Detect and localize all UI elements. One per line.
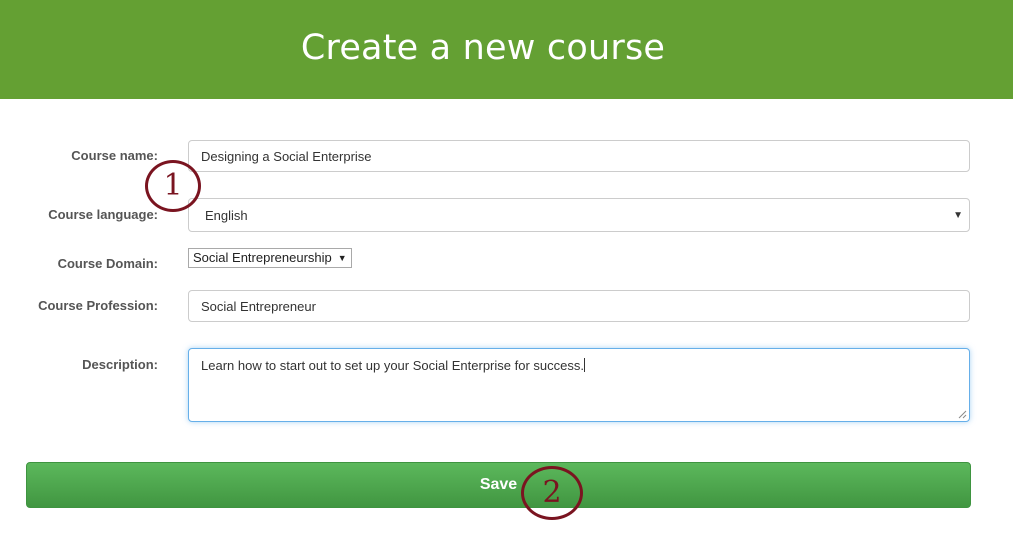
caret-down-icon: ▼ bbox=[953, 210, 963, 221]
text-cursor bbox=[583, 358, 585, 372]
description-label: Description: bbox=[82, 357, 158, 372]
annotation-marker-1: 1 bbox=[145, 160, 201, 212]
annotation-marker-2: 2 bbox=[521, 466, 583, 520]
description-text: Learn how to start out to set up your So… bbox=[201, 358, 584, 373]
course-language-label: Course language: bbox=[48, 207, 158, 222]
description-textarea[interactable]: Learn how to start out to set up your So… bbox=[188, 348, 970, 422]
page-header: Create a new course bbox=[0, 0, 1013, 99]
save-button-label: Save bbox=[479, 476, 518, 493]
save-button[interactable]: Save bbox=[26, 462, 971, 508]
course-profession-label: Course Profession: bbox=[38, 298, 158, 313]
course-language-select[interactable]: English ▼ bbox=[188, 198, 970, 232]
course-name-input[interactable]: Designing a Social Enterprise bbox=[188, 140, 970, 172]
course-language-value: English bbox=[205, 208, 248, 223]
page-title: Create a new course bbox=[300, 28, 666, 68]
course-domain-value: Social Entrepreneurship bbox=[193, 250, 332, 265]
resize-grip-icon[interactable] bbox=[958, 410, 967, 419]
course-domain-label: Course Domain: bbox=[57, 256, 158, 271]
course-domain-select[interactable]: Social Entrepreneurship ▼ bbox=[188, 248, 352, 268]
caret-down-icon: ▼ bbox=[337, 253, 347, 263]
course-profession-input[interactable]: Social Entrepreneur bbox=[188, 290, 970, 322]
course-name-label: Course name: bbox=[71, 148, 158, 163]
